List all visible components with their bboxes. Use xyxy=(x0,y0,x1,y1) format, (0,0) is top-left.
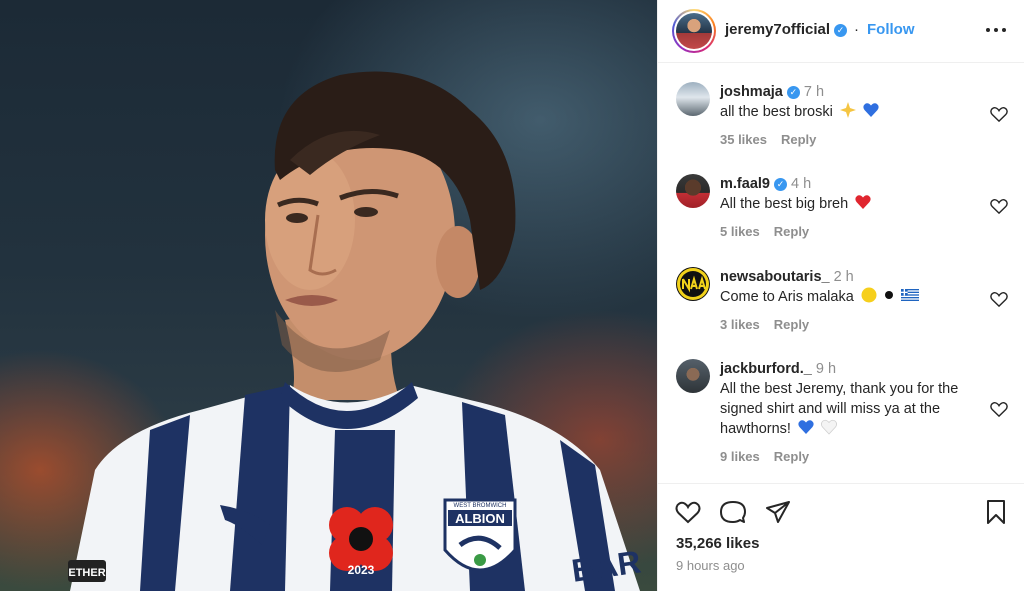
like-comment-heart-icon[interactable] xyxy=(989,104,1009,124)
verified-badge-icon: ✓ xyxy=(773,178,787,191)
comment-time: 4 h xyxy=(790,176,812,192)
blue-heart-emoji xyxy=(798,420,814,434)
comment-text: all the best broski xyxy=(720,102,980,122)
commenter-username[interactable]: joshmaja xyxy=(720,84,783,100)
share-send-icon[interactable] xyxy=(764,498,792,526)
red-heart-emoji xyxy=(855,195,871,209)
comment-body: Come to Aris malaka xyxy=(720,289,854,305)
post-timestamp[interactable]: 9 hours ago xyxy=(676,558,745,573)
sleeve-text: ETHER xyxy=(68,567,105,579)
comment-likes[interactable]: 3 likes xyxy=(720,317,760,332)
post-sidebar: jeremy7official ✓ · Follow joshmaja ✓ 7 h a… xyxy=(657,0,1024,591)
commenter-username[interactable]: jackburford._ xyxy=(720,361,812,377)
reply-button[interactable]: Reply xyxy=(774,224,809,239)
like-comment-heart-icon[interactable] xyxy=(989,289,1009,309)
sparkle-star-emoji xyxy=(839,102,856,118)
comment-bubble-icon[interactable] xyxy=(719,498,747,526)
commenter-avatar[interactable] xyxy=(676,82,710,116)
commenter-username[interactable]: newsaboutaris_ xyxy=(720,269,830,285)
badge-line2: ALBION xyxy=(455,511,505,526)
more-options-icon[interactable] xyxy=(984,17,1008,41)
comment-time: 2 h xyxy=(833,269,854,285)
comment-body: All the best Jeremy, thank you for the s… xyxy=(720,381,959,437)
like-comment-heart-icon[interactable] xyxy=(989,399,1009,419)
comment-meta: 3 likes Reply xyxy=(720,317,809,332)
club-badge: WEST BROMWICH ALBION xyxy=(443,498,517,572)
comments-list[interactable]: joshmaja ✓ 7 h all the best broski 35 like… xyxy=(658,64,1024,482)
owner-username-link[interactable]: jeremy7official ✓ xyxy=(725,21,848,38)
commenter-avatar[interactable] xyxy=(676,174,710,208)
header-separator: · xyxy=(854,21,859,38)
commenter-avatar[interactable] xyxy=(676,359,710,393)
comment-header: m.faal9 ✓ 4 h xyxy=(720,176,811,192)
like-heart-icon[interactable] xyxy=(674,498,702,526)
comment-text: All the best Jeremy, thank you for the s… xyxy=(720,379,980,439)
yellow-circle-emoji xyxy=(861,287,877,303)
post-action-bar: 35,266 likes 9 hours ago xyxy=(658,483,1024,591)
black-circle-emoji xyxy=(884,291,893,299)
verified-badge-icon: ✓ xyxy=(834,24,848,37)
comment-likes[interactable]: 5 likes xyxy=(720,224,760,239)
owner-avatar[interactable] xyxy=(672,9,716,53)
player-photo-illustration: 2023 WEST BROMWICH ALBION BAR ETHER xyxy=(68,71,643,591)
save-bookmark-icon[interactable] xyxy=(982,498,1010,526)
post-header: jeremy7official ✓ · Follow xyxy=(658,0,1024,63)
like-comment-heart-icon[interactable] xyxy=(989,196,1009,216)
poppy-year: 2023 xyxy=(348,563,375,577)
poppy-emblem: 2023 xyxy=(329,507,393,577)
commenter-avatar[interactable] xyxy=(676,267,710,301)
comment-text: Come to Aris malaka xyxy=(720,287,980,307)
comment-body: all the best broski xyxy=(720,104,833,120)
comment-time: 9 h xyxy=(815,361,837,377)
newsaboutaris-logo xyxy=(677,268,709,300)
greece-flag-emoji xyxy=(900,289,919,301)
comment-time: 7 h xyxy=(803,84,825,100)
blue-heart-emoji xyxy=(863,103,879,117)
comment-meta: 35 likes Reply xyxy=(720,132,816,147)
comment-header: joshmaja ✓ 7 h xyxy=(720,84,824,100)
comment-meta: 5 likes Reply xyxy=(720,224,809,239)
verified-badge-icon: ✓ xyxy=(786,86,800,99)
post-likes-count[interactable]: 35,266 likes xyxy=(676,535,759,552)
comment-header: newsaboutaris_ 2 h xyxy=(720,269,854,285)
owner-username[interactable]: jeremy7official xyxy=(725,21,830,38)
post-photo[interactable]: 2023 WEST BROMWICH ALBION BAR ETHER xyxy=(0,0,657,591)
white-heart-emoji xyxy=(821,419,837,435)
comment-likes[interactable]: 9 likes xyxy=(720,449,760,464)
badge-line1: WEST BROMWICH xyxy=(454,503,507,509)
reply-button[interactable]: Reply xyxy=(774,317,809,332)
comment-likes[interactable]: 35 likes xyxy=(720,132,767,147)
reply-button[interactable]: Reply xyxy=(781,132,816,147)
commenter-username[interactable]: m.faal9 xyxy=(720,176,770,192)
comment-text: All the best big breh xyxy=(720,194,980,214)
comment-meta: 9 likes Reply xyxy=(720,449,809,464)
comment-body: All the best big breh xyxy=(720,196,849,212)
follow-button[interactable]: Follow xyxy=(867,21,915,38)
comment-header: jackburford._ 9 h xyxy=(720,361,836,377)
reply-button[interactable]: Reply xyxy=(774,449,809,464)
